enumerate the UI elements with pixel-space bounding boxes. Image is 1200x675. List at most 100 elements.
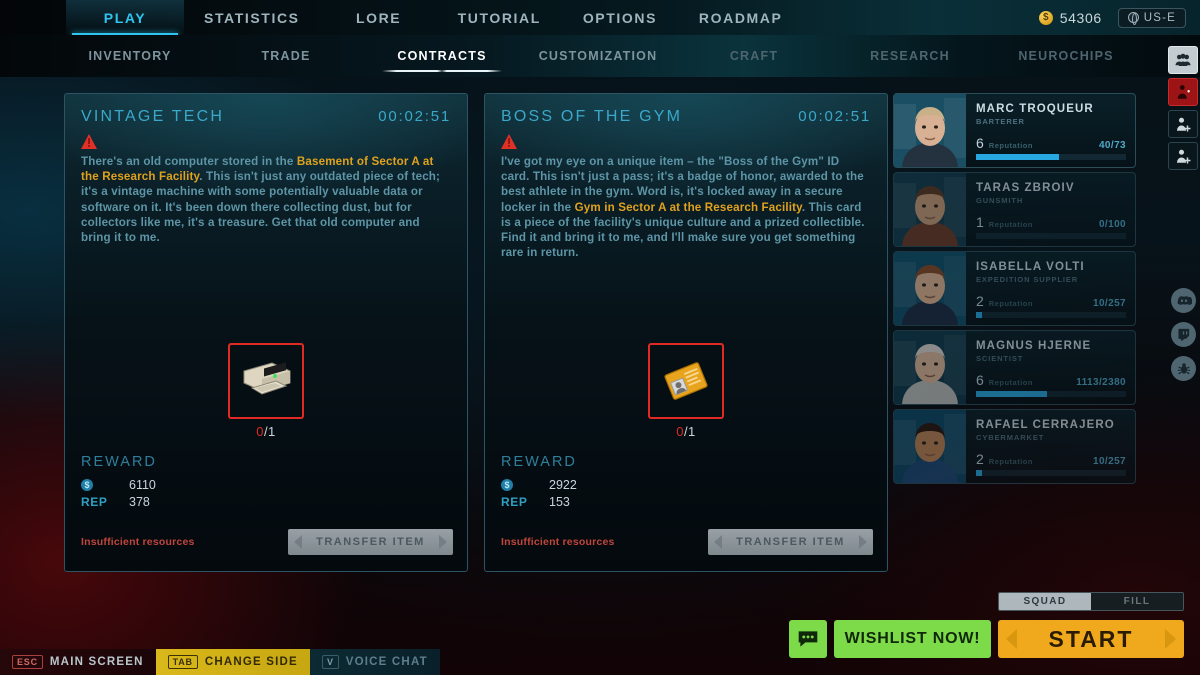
start-button[interactable]: START bbox=[998, 620, 1184, 658]
transfer-item-button[interactable]: TRANSFER ITEM bbox=[288, 529, 453, 555]
sub-nav-item-contracts[interactable]: CONTRACTS bbox=[364, 38, 520, 74]
reputation-line: 6 Reputation 40/73 bbox=[976, 135, 1126, 151]
sub-nav-item-trade[interactable]: TRADE bbox=[208, 38, 364, 74]
top-nav-item-play[interactable]: PLAY bbox=[66, 0, 184, 35]
sub-nav-item-craft[interactable]: CRAFT bbox=[676, 38, 832, 74]
reward-money-value: 2922 bbox=[549, 477, 577, 492]
top-nav-item-lore[interactable]: LORE bbox=[320, 0, 438, 35]
top-nav-item-options[interactable]: OPTIONS bbox=[561, 0, 679, 35]
vintage-computer-icon bbox=[243, 362, 291, 395]
trader-list-item[interactable]: ISABELLA VOLTI EXPEDITION SUPPLIER 2 Reputa… bbox=[893, 251, 1136, 326]
squad-people-icon-button[interactable] bbox=[1168, 46, 1198, 74]
portrait-image bbox=[894, 173, 966, 246]
required-item-area: 0/1 bbox=[485, 343, 887, 439]
sub-nav-item-neurochips[interactable]: NEUROCHIPS bbox=[988, 38, 1144, 74]
discord-icon-button[interactable] bbox=[1171, 288, 1196, 313]
sub-navigation: INVENTORY TRADE CONTRACTS CUSTOMIZATION CRAF… bbox=[0, 35, 1200, 77]
id-card-icon bbox=[664, 362, 708, 400]
invite-player-icon-button[interactable] bbox=[1168, 142, 1198, 170]
top-nav-item-tutorial[interactable]: TUTORIAL bbox=[438, 0, 561, 35]
twitch-icon-button[interactable] bbox=[1171, 322, 1196, 347]
add-player-icon-button[interactable] bbox=[1168, 110, 1198, 138]
reputation-bar-fill bbox=[976, 312, 982, 318]
hotkey-tab[interactable]: TAB CHANGE SIDE bbox=[155, 649, 310, 675]
hotkey-v[interactable]: V VOICE CHAT bbox=[309, 649, 440, 675]
trader-name: ISABELLA VOLTI bbox=[976, 261, 1085, 273]
fill-option[interactable]: FILL bbox=[1091, 593, 1183, 610]
trader-info: MAGNUS HJERNE SCIENTIST 6 Reputation 1113/23… bbox=[966, 331, 1135, 404]
contract-title: BOSS OF THE GYM bbox=[501, 108, 683, 125]
avatar bbox=[894, 252, 966, 325]
game-screen: PLAY STATISTICS LORE TUTORIAL OPTIONS ROADMAP… bbox=[0, 0, 1200, 675]
portrait-image bbox=[894, 410, 966, 483]
status-message: Insufficient resources bbox=[81, 536, 195, 548]
reputation-bar bbox=[976, 233, 1126, 239]
sub-nav-item-customization[interactable]: CUSTOMIZATION bbox=[520, 38, 676, 74]
reward-rows: $2922 REP 153 bbox=[501, 476, 577, 510]
trader-list-item[interactable]: MAGNUS HJERNE SCIENTIST 6 Reputation 1113/23… bbox=[893, 330, 1136, 405]
contract-header: BOSS OF THE GYM 00:02:51 bbox=[485, 94, 887, 126]
chat-bubble-icon bbox=[798, 631, 818, 647]
sub-nav-item-research[interactable]: RESEARCH bbox=[832, 38, 988, 74]
hotkey-bar: ESC MAIN SCREEN TAB CHANGE SIDE V VOICE CHAT bbox=[0, 649, 440, 675]
reward-block: REWARD $6110 REP 378 bbox=[81, 454, 157, 510]
hotkey-esc[interactable]: ESC MAIN SCREEN bbox=[0, 649, 156, 675]
trader-name: RAFAEL CERRAJERO bbox=[976, 419, 1115, 431]
coin-icon: $ bbox=[1038, 10, 1053, 25]
nav-left-spacer bbox=[0, 0, 66, 35]
portrait-image bbox=[894, 252, 966, 325]
reputation-label: Reputation bbox=[988, 220, 1033, 229]
trader-list-item[interactable]: RAFAEL CERRAJERO CYBERMARKET 2 Reputation 10… bbox=[893, 409, 1136, 484]
reputation-level: 1 bbox=[976, 214, 984, 230]
trader-name: TARAS ZBROIV bbox=[976, 182, 1075, 194]
required-item-slot[interactable] bbox=[648, 343, 724, 419]
warning-triangle-icon bbox=[81, 134, 97, 149]
reputation-bar-fill bbox=[976, 470, 982, 476]
required-item-slot[interactable] bbox=[228, 343, 304, 419]
reputation-amount: 40/73 bbox=[1098, 140, 1126, 151]
trader-info: RAFAEL CERRAJERO CYBERMARKET 2 Reputation 10… bbox=[966, 410, 1135, 483]
top-nav-item-roadmap[interactable]: ROADMAP bbox=[679, 0, 803, 35]
currency-amount: 54306 bbox=[1059, 9, 1102, 26]
contract-header: VINTAGE TECH 00:02:51 bbox=[65, 94, 467, 126]
sub-nav-item-inventory[interactable]: INVENTORY bbox=[52, 38, 208, 74]
required-item-count: 0/1 bbox=[256, 424, 276, 439]
reward-rep-row: REP 153 bbox=[501, 493, 577, 510]
add-player-icon bbox=[1177, 117, 1191, 132]
reward-label: REWARD bbox=[81, 454, 157, 470]
reputation-amount: 10/257 bbox=[1093, 456, 1126, 467]
trader-role: SCIENTIST bbox=[976, 354, 1024, 363]
chat-button[interactable] bbox=[789, 620, 827, 658]
reward-money-row: $6110 bbox=[81, 476, 157, 493]
hotkey-key: V bbox=[321, 655, 339, 669]
reputation-bar bbox=[976, 470, 1126, 476]
invite-player-icon bbox=[1177, 149, 1191, 164]
wishlist-button[interactable]: WISHLIST NOW! bbox=[834, 620, 991, 658]
hotkey-label: CHANGE SIDE bbox=[204, 656, 298, 668]
currency-display: $ 54306 bbox=[1038, 9, 1102, 26]
reputation-line: 1 Reputation 0/100 bbox=[976, 214, 1126, 230]
reward-block: REWARD $2922 REP 153 bbox=[501, 454, 577, 510]
region-selector[interactable]: US-E bbox=[1117, 7, 1186, 28]
transfer-item-button[interactable]: TRANSFER ITEM bbox=[708, 529, 873, 555]
money-icon: $ bbox=[81, 478, 123, 491]
bug-report-icon-button[interactable] bbox=[1171, 356, 1196, 381]
item-have-count: 0 bbox=[676, 424, 684, 439]
squad-people-icon bbox=[1175, 53, 1191, 66]
reward-rep-row: REP 378 bbox=[81, 493, 157, 510]
trader-list-item[interactable]: MARC TROQUEUR BARTERER 6 Reputation 40/73 bbox=[893, 93, 1136, 168]
hotkey-key: ESC bbox=[12, 655, 43, 669]
money-icon: $ bbox=[501, 478, 543, 491]
crossed-out-player-icon-button[interactable] bbox=[1168, 78, 1198, 106]
status-message: Insufficient resources bbox=[501, 536, 615, 548]
crossed-out-player-icon bbox=[1177, 85, 1190, 99]
trader-list-item[interactable]: TARAS ZBROIV GUNSMITH 1 Reputation 0/100 bbox=[893, 172, 1136, 247]
top-nav-item-statistics[interactable]: STATISTICS bbox=[184, 0, 320, 35]
avatar bbox=[894, 94, 966, 167]
trader-role: CYBERMARKET bbox=[976, 433, 1045, 442]
squad-option[interactable]: SQUAD bbox=[999, 593, 1091, 610]
contract-card: BOSS OF THE GYM 00:02:51 I've got my eye o… bbox=[484, 93, 888, 572]
trader-role: BARTERER bbox=[976, 117, 1025, 126]
contract-card: VINTAGE TECH 00:02:51 There's an old compu… bbox=[64, 93, 468, 572]
item-need-count: /1 bbox=[263, 424, 276, 439]
